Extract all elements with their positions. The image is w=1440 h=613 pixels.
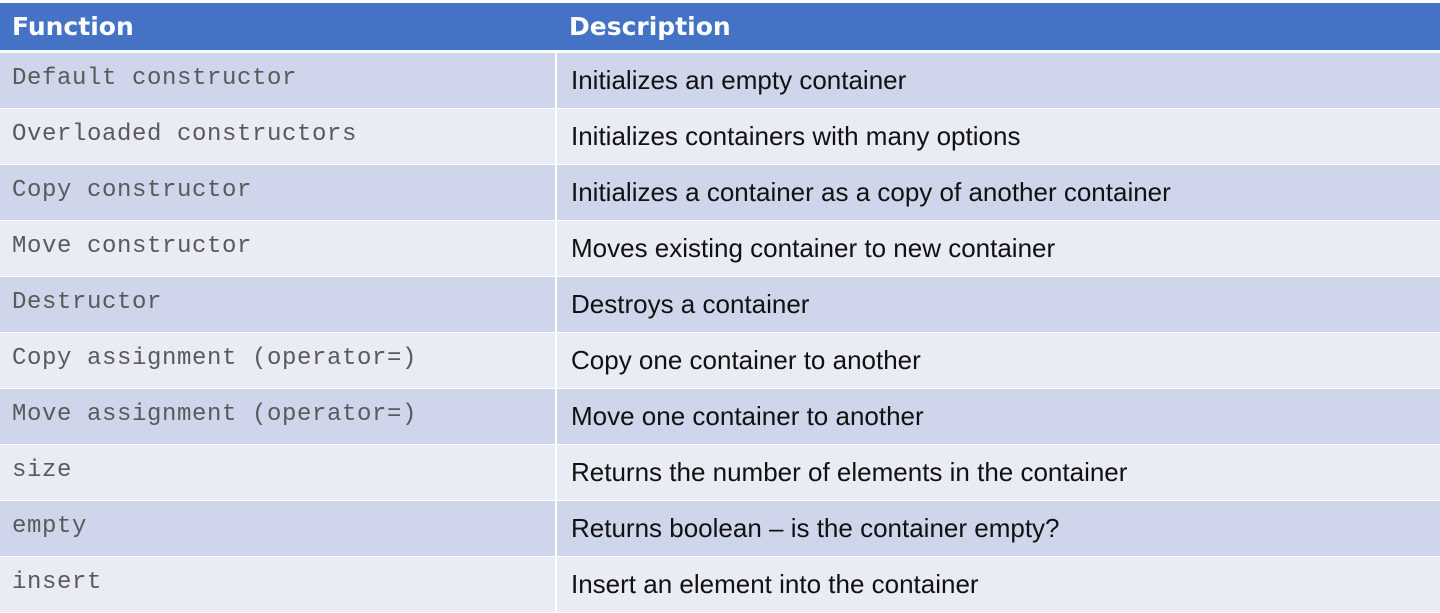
table-row: Move constructor Moves existing containe… <box>0 220 1440 277</box>
description-cell: Insert an element into the container <box>555 556 1440 613</box>
table-row: Destructor Destroys a container <box>0 276 1440 333</box>
function-cell: empty <box>0 500 556 557</box>
description-cell: Returns boolean – is the container empty… <box>555 500 1440 557</box>
header-function: Function <box>0 3 556 53</box>
description-cell: Initializes an empty container <box>555 51 1440 109</box>
table-row: insert Insert an element into the contai… <box>0 556 1440 613</box>
table-row: Copy assignment (operator=) Copy one con… <box>0 332 1440 389</box>
function-cell: Copy constructor <box>0 164 556 221</box>
description-cell: Returns the number of elements in the co… <box>555 444 1440 501</box>
function-cell: Move assignment (operator=) <box>0 388 556 445</box>
function-cell: Move constructor <box>0 220 556 277</box>
header-description: Description <box>556 3 1440 53</box>
description-cell: Initializes containers with many options <box>555 108 1440 165</box>
function-cell: Overloaded constructors <box>0 108 556 165</box>
function-cell: Copy assignment (operator=) <box>0 332 556 389</box>
function-cell: insert <box>0 556 556 613</box>
function-cell: Default constructor <box>0 51 556 109</box>
table-row: size Returns the number of elements in t… <box>0 444 1440 501</box>
description-cell: Destroys a container <box>555 276 1440 333</box>
function-cell: Destructor <box>0 276 556 333</box>
description-cell: Moves existing container to new containe… <box>555 220 1440 277</box>
table-header-row: Function Description <box>0 3 1440 53</box>
description-cell: Copy one container to another <box>555 332 1440 389</box>
function-cell: size <box>0 444 556 501</box>
description-cell: Initializes a container as a copy of ano… <box>555 164 1440 221</box>
table-row: Default constructor Initializes an empty… <box>0 51 1440 109</box>
table-row: Copy constructor Initializes a container… <box>0 164 1440 221</box>
table-row: empty Returns boolean – is the container… <box>0 500 1440 557</box>
table-row: Overloaded constructors Initializes cont… <box>0 108 1440 165</box>
description-cell: Move one container to another <box>555 388 1440 445</box>
table-row: Move assignment (operator=) Move one con… <box>0 388 1440 445</box>
container-functions-table: Function Description Default constructor… <box>0 3 1440 613</box>
